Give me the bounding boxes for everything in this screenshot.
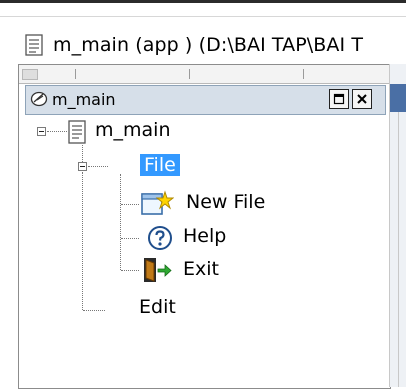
tree-connector [121,238,139,239]
tree-node-file[interactable]: File [140,154,180,176]
tree-connector [83,310,105,311]
collapse-toggle-root[interactable] [37,127,46,136]
tree-connector [121,270,139,271]
new-file-icon [141,190,174,215]
collapse-toggle-file[interactable] [78,162,87,171]
tree-item-help[interactable]: Help [183,225,226,247]
document-icon [68,120,86,144]
help-icon [148,226,172,250]
tree-connector [120,174,121,270]
tree-connector [47,131,67,132]
tree-node-edit[interactable]: Edit [139,296,176,318]
tree-connector [121,204,139,205]
tree-connector [82,145,83,162]
tree-connector [88,166,108,167]
tree-node-root[interactable]: m_main [95,119,170,141]
tree-connector [82,172,83,310]
tree-view: m_main File New File Help Exit Edit [0,0,406,387]
exit-icon [144,258,172,282]
tree-item-exit[interactable]: Exit [183,258,219,280]
tree-item-new-file[interactable]: New File [186,191,265,213]
